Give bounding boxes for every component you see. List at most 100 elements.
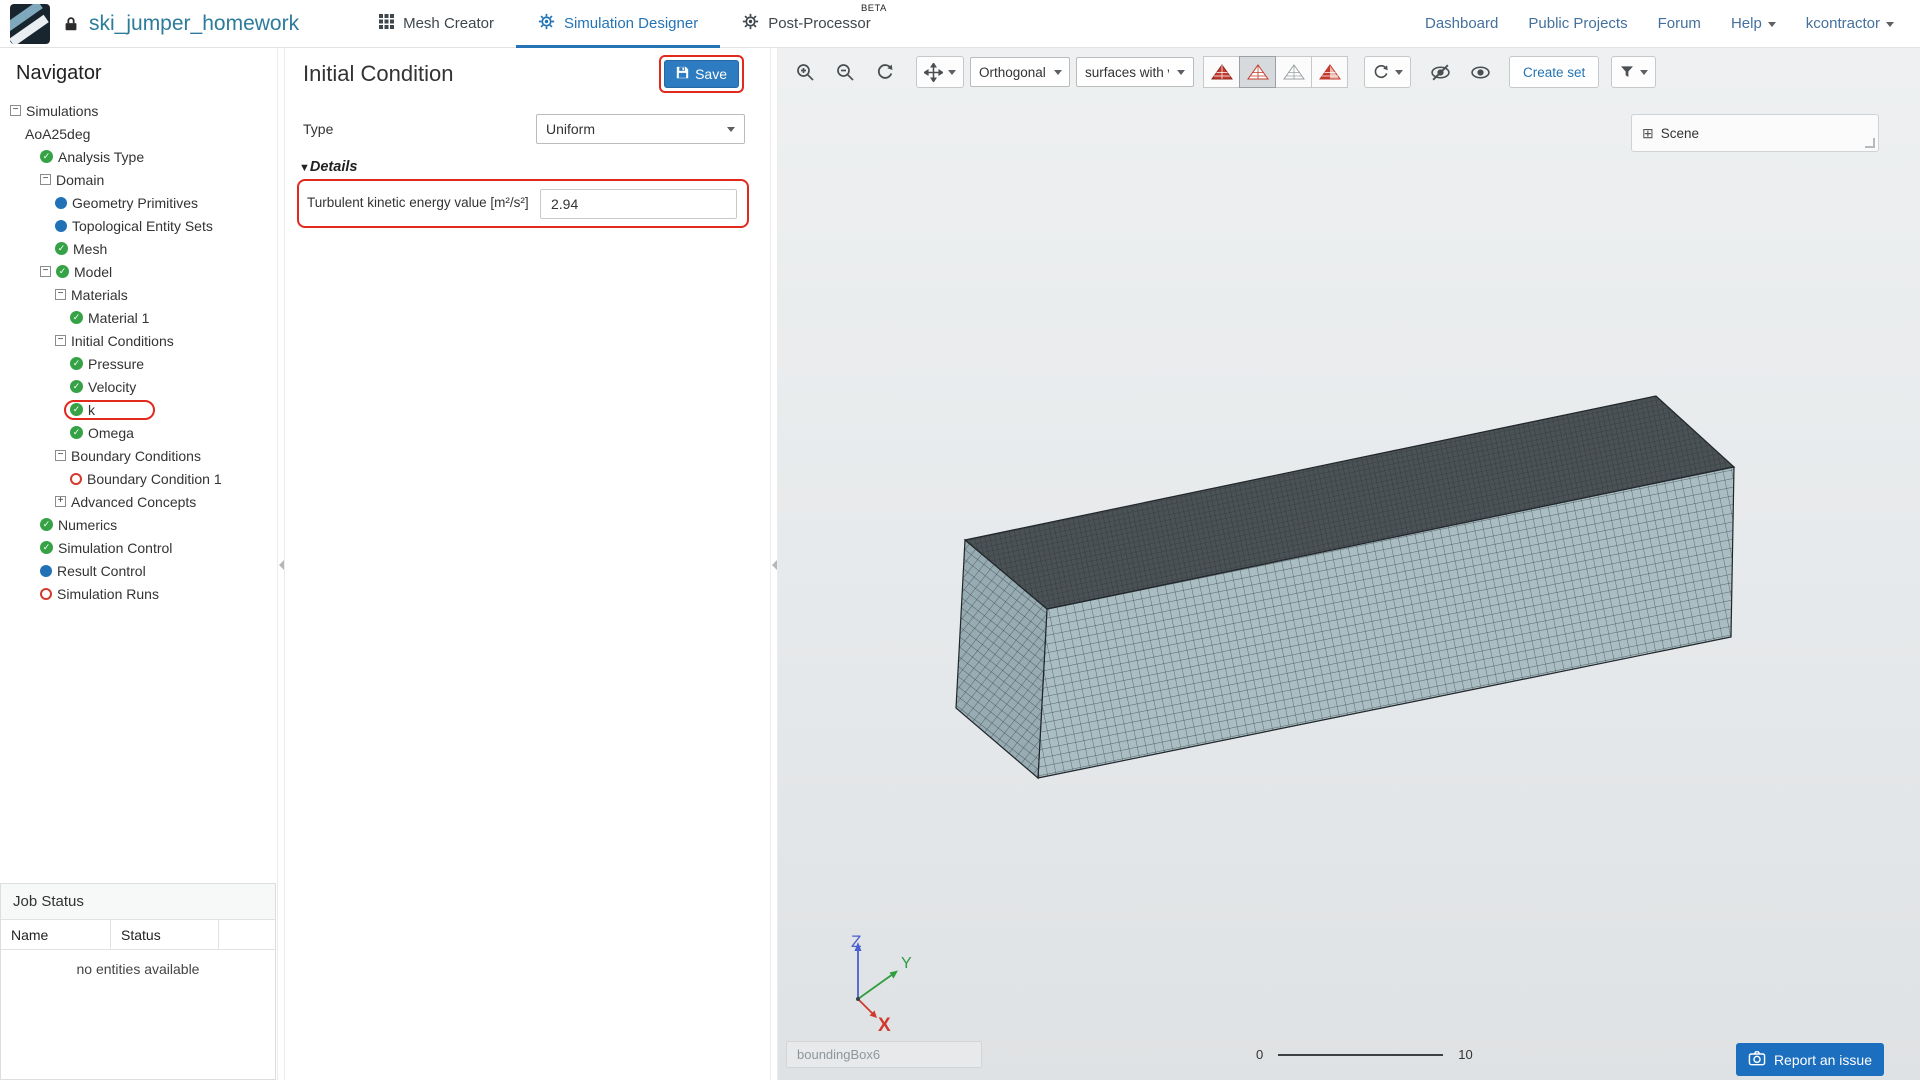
nav-link-public-projects[interactable]: Public Projects bbox=[1528, 15, 1627, 32]
tree-item-simulation-control[interactable]: ✓Simulation Control bbox=[0, 536, 277, 559]
tree-item-label: Velocity bbox=[88, 379, 136, 395]
render-mode-select[interactable]: surfaces with v bbox=[1076, 57, 1194, 87]
details-section-header[interactable]: ▼Details bbox=[299, 159, 357, 175]
create-set-button[interactable]: Create set bbox=[1509, 56, 1599, 88]
show-entities-button[interactable] bbox=[1463, 56, 1497, 88]
tree-item-boundary-condition-1[interactable]: Boundary Condition 1 bbox=[0, 467, 277, 490]
scale-line bbox=[1278, 1054, 1443, 1056]
tree-item-label: Simulations bbox=[26, 103, 98, 119]
pan-tool-dropdown[interactable] bbox=[916, 56, 964, 88]
tree-item-mesh[interactable]: ✓Mesh bbox=[0, 237, 277, 260]
status-complete-icon: ✓ bbox=[70, 403, 83, 416]
mesh-mode-mixed-button[interactable] bbox=[1311, 56, 1348, 88]
reset-view-button[interactable] bbox=[868, 56, 902, 88]
triangle-down-icon: ▼ bbox=[299, 162, 310, 174]
collapse-icon[interactable]: − bbox=[40, 174, 51, 185]
mesh-mode-solid-button[interactable] bbox=[1203, 56, 1240, 88]
collapse-icon[interactable]: − bbox=[55, 335, 66, 346]
status-incomplete-icon bbox=[70, 473, 82, 485]
expand-icon[interactable]: + bbox=[55, 496, 66, 507]
tree-item-materials[interactable]: −Materials bbox=[0, 283, 277, 306]
app-logo bbox=[10, 4, 50, 44]
tree-item-result-control[interactable]: Result Control bbox=[0, 559, 277, 582]
tree-item-label: Model bbox=[74, 264, 112, 280]
mesh-mode-wireframe-button[interactable] bbox=[1239, 56, 1276, 88]
nav-link-forum[interactable]: Forum bbox=[1658, 15, 1701, 32]
mesh-mode-hidden-button[interactable] bbox=[1275, 56, 1312, 88]
plus-box-icon[interactable]: ⊞ bbox=[1642, 125, 1654, 142]
tree-item-advanced-concepts[interactable]: +Advanced Concepts bbox=[0, 490, 277, 513]
beta-badge: BETA bbox=[861, 3, 887, 14]
turbulent-kinetic-energy-label: Turbulent kinetic energy value [m²/s²] bbox=[307, 195, 540, 212]
tree-item-simulations[interactable]: −Simulations bbox=[0, 99, 277, 122]
job-status-header: Name Status bbox=[1, 920, 275, 950]
tree-item-numerics[interactable]: ✓Numerics bbox=[0, 513, 277, 536]
save-button[interactable]: Save bbox=[664, 60, 739, 88]
scene-panel-header[interactable]: ⊞ Scene bbox=[1631, 114, 1879, 152]
tree-item-geometry-primitives[interactable]: Geometry Primitives bbox=[0, 191, 277, 214]
column-empty bbox=[219, 920, 275, 949]
tree-item-aoa25deg[interactable]: AoA25deg bbox=[0, 122, 277, 145]
tab-post-processor[interactable]: BETA Post-Processor bbox=[720, 0, 893, 48]
collapse-icon[interactable]: − bbox=[10, 105, 21, 116]
tree-item-analysis-type[interactable]: ✓Analysis Type bbox=[0, 145, 277, 168]
help-menu[interactable]: Help bbox=[1731, 15, 1776, 32]
tree-item-domain[interactable]: −Domain bbox=[0, 168, 277, 191]
tree-item-boundary-conditions[interactable]: −Boundary Conditions bbox=[0, 444, 277, 467]
collapse-icon[interactable]: − bbox=[55, 289, 66, 300]
tree-item-model[interactable]: −✓Model bbox=[0, 260, 277, 283]
tree-item-initial-conditions[interactable]: −Initial Conditions bbox=[0, 329, 277, 352]
chevron-down-icon bbox=[948, 70, 956, 75]
tree-item-omega[interactable]: ✓Omega bbox=[0, 421, 277, 444]
tree-item-simulation-runs[interactable]: Simulation Runs bbox=[0, 582, 277, 605]
top-right-links: Dashboard Public Projects Forum Help kcont… bbox=[1425, 15, 1920, 32]
hide-entities-button[interactable] bbox=[1423, 56, 1457, 88]
page-title: Initial Condition bbox=[303, 61, 453, 87]
chevron-down-icon bbox=[1054, 70, 1062, 75]
mesh-display-mode-group bbox=[1204, 56, 1348, 88]
projection-select[interactable]: Orthogonal bbox=[970, 57, 1070, 87]
turbulent-kinetic-energy-input[interactable] bbox=[540, 189, 737, 219]
tree-item-material-1[interactable]: ✓Material 1 bbox=[0, 306, 277, 329]
hovered-entity-label: boundingBox6 bbox=[786, 1041, 982, 1068]
navigator-splitter[interactable] bbox=[277, 48, 285, 1080]
zoom-in-button[interactable] bbox=[788, 56, 822, 88]
tree-item-label: Boundary Conditions bbox=[71, 448, 201, 464]
type-row: Type Uniform bbox=[303, 114, 745, 144]
column-status: Status bbox=[111, 920, 219, 949]
tab-mesh-creator[interactable]: Mesh Creator bbox=[357, 0, 516, 48]
tree-item-label: Material 1 bbox=[88, 310, 149, 326]
tree-item-k[interactable]: ✓k bbox=[0, 398, 277, 421]
collapse-icon[interactable]: − bbox=[55, 450, 66, 461]
scene-label: Scene bbox=[1661, 126, 1699, 141]
chevron-down-icon bbox=[1640, 70, 1648, 75]
collapse-icon[interactable]: − bbox=[40, 266, 51, 277]
tree-item-velocity[interactable]: ✓Velocity bbox=[0, 375, 277, 398]
mesh-bounding-box-model[interactable] bbox=[778, 48, 1920, 1080]
gear-icon bbox=[742, 13, 759, 34]
type-label: Type bbox=[303, 121, 333, 137]
report-issue-button[interactable]: Report an issue bbox=[1736, 1043, 1884, 1076]
tree-item-label: Boundary Condition 1 bbox=[87, 471, 222, 487]
camera-icon bbox=[1748, 1050, 1766, 1069]
column-name: Name bbox=[1, 920, 111, 949]
tree-item-label: Domain bbox=[56, 172, 104, 188]
tab-simulation-designer[interactable]: Simulation Designer bbox=[516, 0, 720, 48]
zoom-out-button[interactable] bbox=[828, 56, 862, 88]
user-menu[interactable]: kcontractor bbox=[1806, 15, 1894, 32]
job-status-title: Job Status bbox=[1, 884, 275, 920]
nav-link-dashboard[interactable]: Dashboard bbox=[1425, 15, 1498, 32]
viewport-3d[interactable]: Orthogonal surfaces with v bbox=[778, 48, 1920, 1080]
chevron-down-icon bbox=[1395, 70, 1403, 75]
panel-splitter[interactable] bbox=[770, 48, 778, 1080]
status-info-icon bbox=[40, 565, 52, 577]
filter-dropdown[interactable] bbox=[1611, 56, 1656, 88]
rotate-view-dropdown[interactable] bbox=[1364, 56, 1411, 88]
project-title: ski_jumper_homework bbox=[89, 12, 299, 36]
type-select[interactable]: Uniform bbox=[536, 114, 745, 144]
tree-item-label: Analysis Type bbox=[58, 149, 144, 165]
scale-min: 0 bbox=[1256, 1047, 1263, 1062]
tree-item-pressure[interactable]: ✓Pressure bbox=[0, 352, 277, 375]
tree-item-topological-entity-sets[interactable]: Topological Entity Sets bbox=[0, 214, 277, 237]
tab-label: Mesh Creator bbox=[403, 15, 494, 32]
